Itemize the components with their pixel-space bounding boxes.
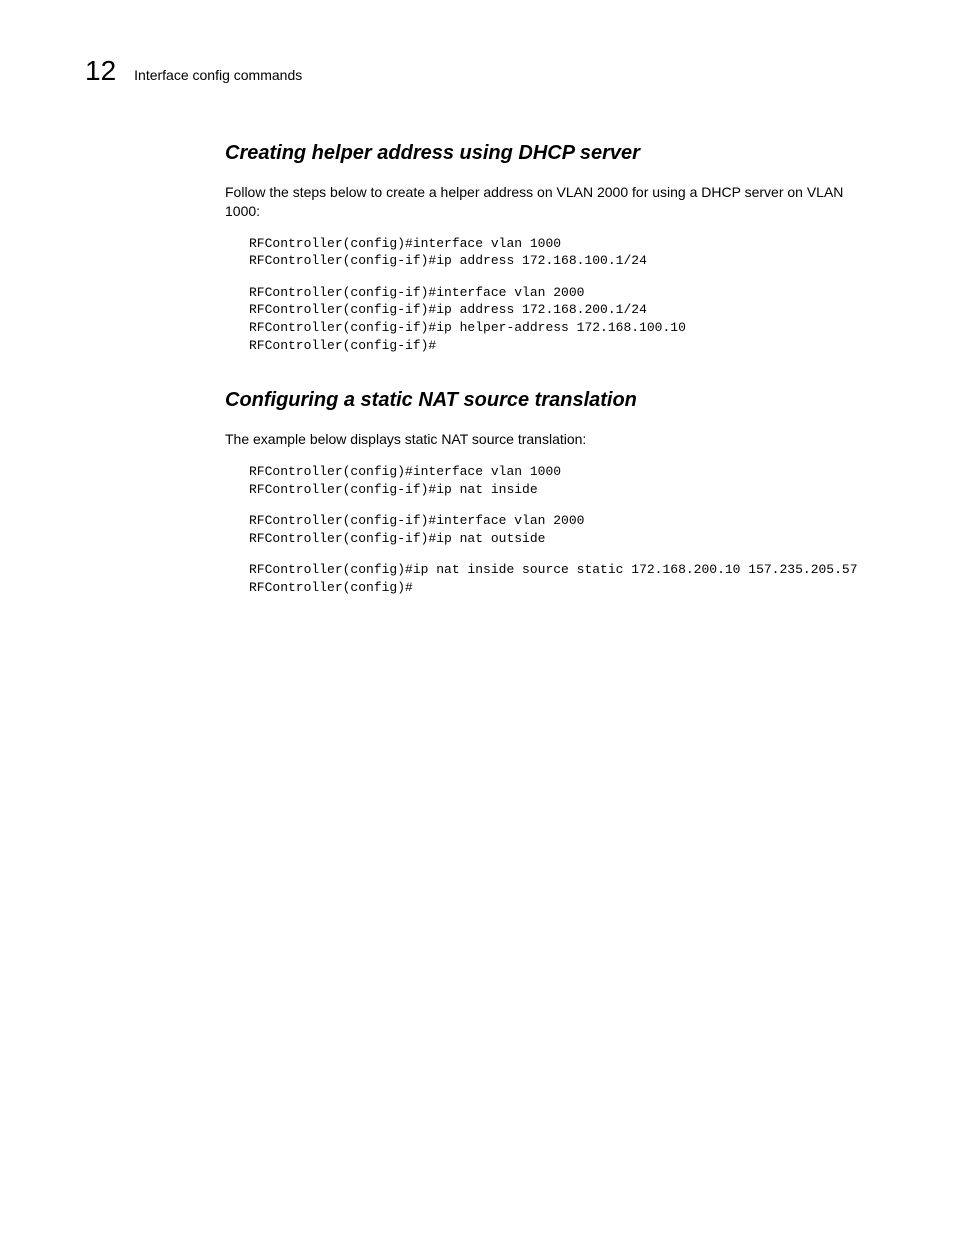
chapter-number: 12 <box>85 55 116 87</box>
section-heading: Configuring a static NAT source translat… <box>225 389 879 412</box>
document-page: 12 Interface config commands Creating he… <box>0 0 954 596</box>
code-block: RFController(config)#interface vlan 1000… <box>249 235 879 270</box>
code-block: RFController(config)#ip nat inside sourc… <box>249 561 879 596</box>
code-block: RFController(config-if)#interface vlan 2… <box>249 512 879 547</box>
code-block: RFController(config)#interface vlan 1000… <box>249 463 879 498</box>
page-header: 12 Interface config commands <box>85 55 879 87</box>
code-block: RFController(config-if)#interface vlan 2… <box>249 284 879 354</box>
section-dhcp-helper: Creating helper address using DHCP serve… <box>225 142 879 354</box>
section-intro: Follow the steps below to create a helpe… <box>225 183 879 221</box>
section-static-nat: Configuring a static NAT source translat… <box>225 389 879 596</box>
section-intro: The example below displays static NAT so… <box>225 430 879 449</box>
section-heading: Creating helper address using DHCP serve… <box>225 142 879 165</box>
chapter-title: Interface config commands <box>134 67 302 83</box>
